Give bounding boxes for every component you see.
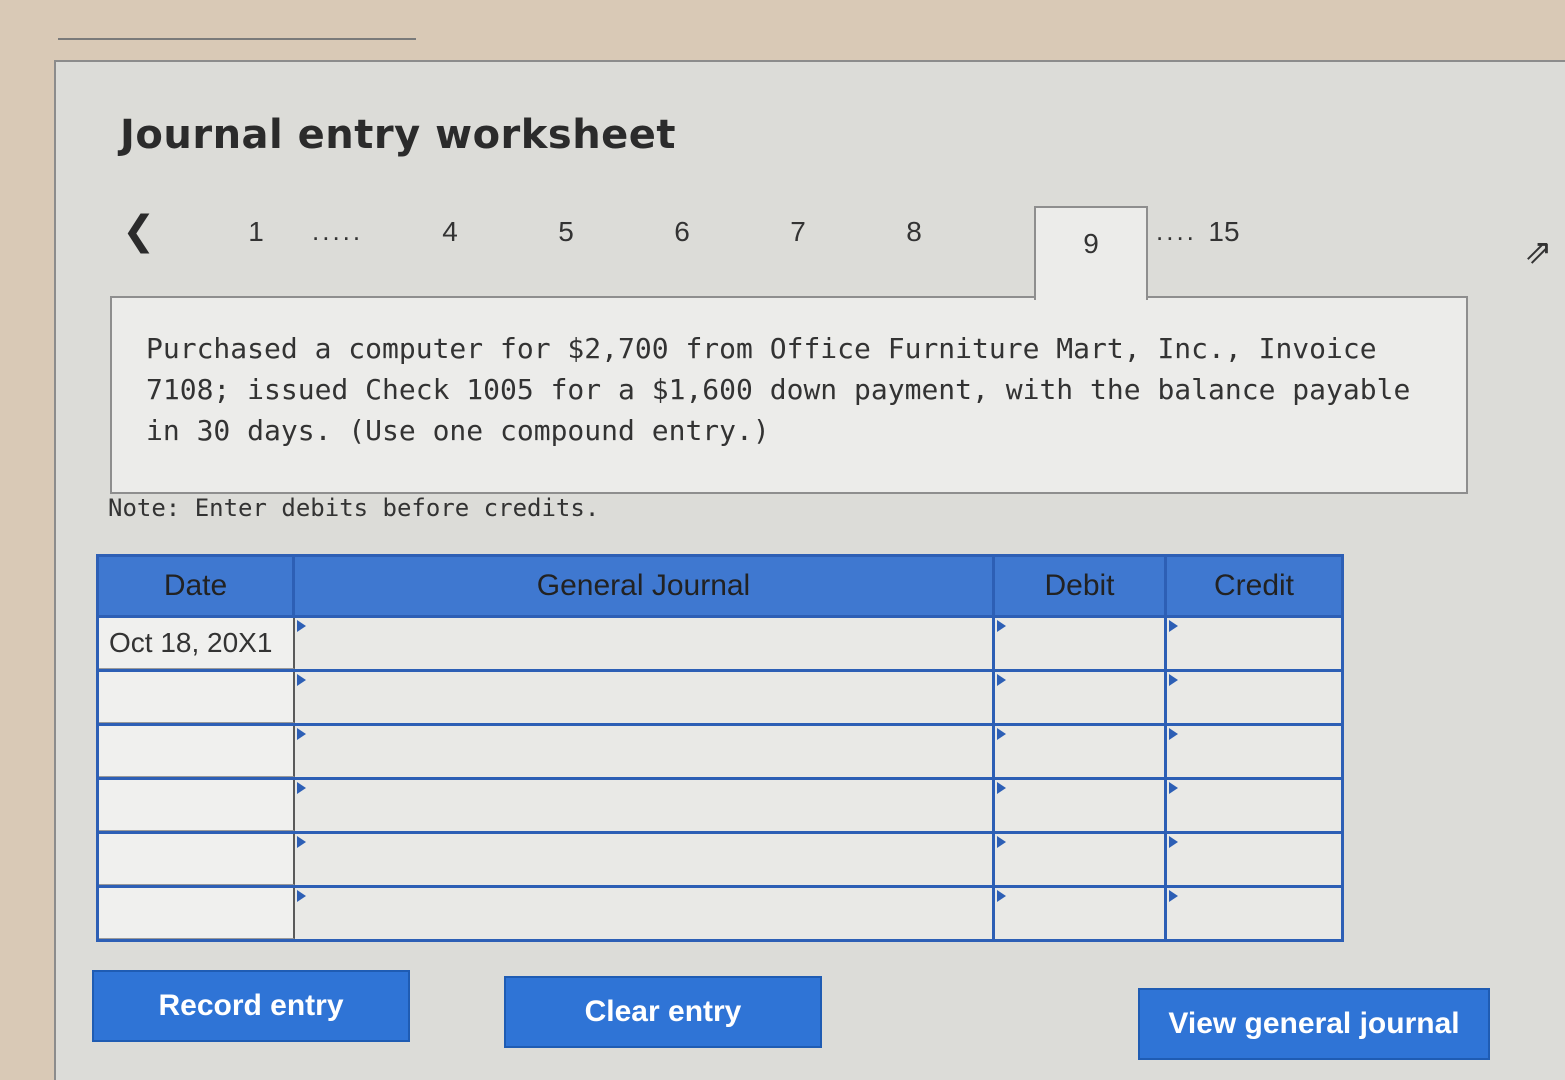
tab-15[interactable]: 15	[1194, 216, 1254, 248]
record-entry-button[interactable]: Record entry	[92, 970, 410, 1042]
debit-input[interactable]	[995, 618, 1167, 669]
clear-entry-button[interactable]: Clear entry	[504, 976, 822, 1048]
account-input[interactable]	[295, 780, 995, 831]
tabs-ellipsis: .....	[312, 216, 364, 246]
date-cell	[99, 888, 295, 939]
table-row	[99, 885, 1341, 939]
header-credit: Credit	[1213, 569, 1295, 602]
tab-5[interactable]: 5	[536, 216, 596, 248]
credit-input[interactable]	[1167, 780, 1341, 831]
journal-header-row: Date General Journal Debit Credit	[99, 557, 1341, 615]
date-cell	[99, 834, 295, 885]
table-row	[99, 669, 1341, 723]
tab-4[interactable]: 4	[420, 216, 480, 248]
debit-input[interactable]	[995, 726, 1167, 777]
credit-input[interactable]	[1167, 672, 1341, 723]
header-debit: Debit	[995, 557, 1167, 615]
tab-7[interactable]: 7	[768, 216, 828, 248]
account-input[interactable]	[295, 834, 995, 885]
date-cell: Oct 18, 20X1	[99, 618, 295, 669]
chevron-left-icon[interactable]: ❮	[122, 208, 156, 254]
tab-8[interactable]: 8	[884, 216, 944, 248]
table-row	[99, 777, 1341, 831]
table-row	[99, 723, 1341, 777]
page-title: Journal entry worksheet	[120, 112, 677, 158]
credit-input[interactable]	[1167, 834, 1341, 885]
note-text: Note: Enter debits before credits.	[108, 494, 600, 522]
table-row	[99, 831, 1341, 885]
account-input[interactable]	[295, 672, 995, 723]
tab-1[interactable]: 1	[226, 216, 286, 248]
mouse-cursor-icon: ⇗	[1524, 232, 1553, 272]
top-divider	[58, 38, 416, 40]
header-general-journal: General Journal	[295, 557, 995, 615]
tabs-ellipsis-2: ....	[1156, 216, 1197, 246]
debit-input[interactable]	[995, 780, 1167, 831]
view-general-journal-button[interactable]: View general journal	[1138, 988, 1490, 1060]
debit-input[interactable]	[995, 888, 1167, 939]
date-cell	[99, 726, 295, 777]
question-text: Purchased a computer for $2,700 from Off…	[110, 296, 1468, 494]
account-input[interactable]	[295, 726, 995, 777]
account-input[interactable]	[295, 618, 995, 669]
header-date: Date	[99, 557, 295, 615]
transaction-tabs: ❮ 1 ..... 4 5 6 7 8 9 .... 15 ⇗	[116, 202, 1553, 300]
credit-input[interactable]	[1167, 618, 1341, 669]
credit-input[interactable]	[1167, 888, 1341, 939]
journal-entry-panel: Journal entry worksheet ❮ 1 ..... 4 5 6 …	[54, 60, 1565, 1080]
debit-input[interactable]	[995, 834, 1167, 885]
tab-9-active[interactable]: 9	[1034, 206, 1148, 300]
date-cell	[99, 780, 295, 831]
journal-table: Date General Journal Debit Credit Oct 18…	[96, 554, 1344, 942]
account-input[interactable]	[295, 888, 995, 939]
table-row: Oct 18, 20X1	[99, 615, 1341, 669]
tab-6[interactable]: 6	[652, 216, 712, 248]
credit-input[interactable]	[1167, 726, 1341, 777]
date-cell	[99, 672, 295, 723]
debit-input[interactable]	[995, 672, 1167, 723]
